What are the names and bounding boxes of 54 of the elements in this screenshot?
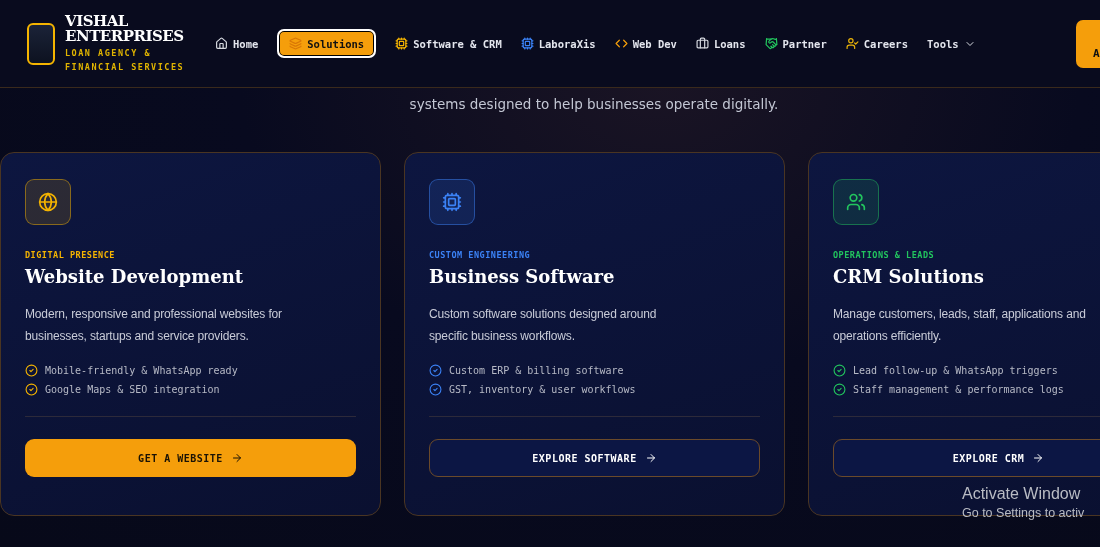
card-button[interactable]: EXPLORE CRM <box>833 439 1100 477</box>
activation-title: Activate Window <box>962 485 1082 503</box>
card-button[interactable]: GET A WEBSITE <box>25 439 356 477</box>
activation-subtitle: Go to Settings to activ <box>962 506 1085 520</box>
cpu-icon <box>442 192 462 212</box>
feature-text: Mobile-friendly & WhatsApp ready <box>45 365 238 376</box>
feature-text: Lead follow-up & WhatsApp triggers <box>853 365 1058 376</box>
nav-link[interactable]: LaboraXis <box>520 31 596 56</box>
nav-icon <box>395 37 409 50</box>
arrow-right-icon <box>1032 452 1045 464</box>
card-eyebrow: CUSTOM ENGINEERING <box>429 250 531 260</box>
card-button[interactable]: EXPLORE SOFTWARE <box>429 439 760 477</box>
feature-text: GST, inventory & user workflows <box>449 384 636 395</box>
check-icon <box>833 383 846 396</box>
card-description: Custom software solutions designed around specific business workflows. <box>429 306 658 345</box>
check-icon <box>25 383 38 396</box>
nav-link[interactable]: Careers <box>845 31 909 56</box>
brand-tagline: LOAN AGENCY & FINANCIAL SERVICES <box>65 46 186 74</box>
feature-text: Staff management & performance logs <box>853 384 1064 395</box>
card-title: CRM Solutions <box>833 266 984 287</box>
nav-link[interactable]: Loans <box>695 31 746 56</box>
nav-link[interactable]: Solutions <box>277 29 377 58</box>
check-icon <box>429 364 442 377</box>
nav-icon <box>845 37 859 50</box>
card-eyebrow: DIGITAL PRESENCE <box>25 250 115 260</box>
card-title: Business Software <box>429 266 615 287</box>
intro-text: systems designed to help businesses operate digitally. <box>408 96 780 114</box>
check-icon <box>429 383 442 396</box>
nav-icon <box>695 37 709 50</box>
nav-link[interactable]: Tools <box>927 31 976 56</box>
card-description: Modern, responsive and professional websites for businesses, startups and service providers. <box>25 306 283 345</box>
logo-drawing[interactable] <box>27 22 55 65</box>
check-icon <box>25 364 38 377</box>
nav-icon <box>764 37 778 50</box>
nav-icon <box>520 37 534 50</box>
arrow-right-icon <box>644 452 657 464</box>
nav-link[interactable]: Web Dev <box>614 31 677 56</box>
check-icon <box>833 364 846 377</box>
globe-icon <box>38 192 58 212</box>
header-button[interactable]: A <box>1076 19 1100 68</box>
nav-icon <box>215 37 228 50</box>
nav-icon <box>289 37 303 50</box>
nav-link[interactable]: Software & CRM <box>395 31 502 56</box>
feature-text: Custom ERP & billing software <box>449 365 624 376</box>
arrow-right-icon <box>230 452 243 464</box>
card-description: Manage customers, leads, staff, applications and operations efficiently. <box>833 306 1087 345</box>
card-eyebrow: OPERATIONS & LEADS <box>833 250 935 260</box>
nav-link[interactable]: Home <box>215 31 259 56</box>
card-title: Website Development <box>25 266 244 287</box>
brand-name: VISHAL ENTERPRISES <box>65 13 185 44</box>
nav-icon <box>614 37 628 50</box>
feature-text: Google Maps & SEO integration <box>45 384 220 395</box>
users-icon <box>846 192 866 212</box>
nav-link[interactable]: Partner <box>764 31 827 56</box>
